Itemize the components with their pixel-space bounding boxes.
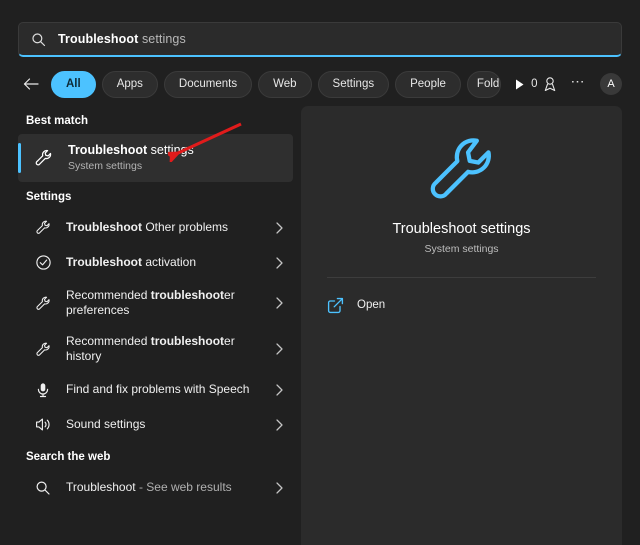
rewards-count: 0 <box>531 78 537 90</box>
list-item-recommended-troubleshooter-history[interactable]: Recommended troubleshooter history <box>18 326 293 372</box>
tab-web[interactable]: Web <box>258 71 311 98</box>
chevron-right-icon <box>273 343 285 355</box>
chevron-right-icon <box>273 482 285 494</box>
rewards-indicator[interactable]: 0 <box>531 77 556 92</box>
list-item-label: Find and fix problems with Speech <box>66 382 273 397</box>
chevron-right-icon <box>273 222 285 234</box>
microphone-icon <box>34 381 52 399</box>
chevron-right-icon <box>273 297 285 309</box>
tab-folders[interactable]: Fold <box>467 71 501 98</box>
tab-apps-label: Apps <box>117 78 143 90</box>
section-search-the-web-heading: Search the web <box>18 442 293 470</box>
chevron-right-icon <box>273 384 285 396</box>
best-match-title-rest: settings <box>147 143 194 157</box>
best-match-text: Troubleshoot settings System settings <box>68 143 194 173</box>
preview-divider <box>327 277 596 278</box>
filters-next-button[interactable] <box>509 73 531 95</box>
open-button-label: Open <box>357 299 385 311</box>
check-circle-icon <box>34 254 52 272</box>
label-prefix: Recommended <box>66 334 151 348</box>
list-item-label: Recommended troubleshooter preferences <box>66 288 273 318</box>
label-line2: history <box>66 349 101 363</box>
external-link-icon <box>327 297 344 314</box>
preview-title: Troubleshoot settings <box>301 221 622 237</box>
label-matched: Troubleshoot <box>66 255 142 269</box>
list-item-label: Troubleshoot - See web results <box>66 480 273 495</box>
label-matched: Troubleshoot <box>66 220 142 234</box>
tab-documents-label: Documents <box>179 78 237 90</box>
label-rest: Sound settings <box>66 417 145 431</box>
tab-all[interactable]: All <box>51 71 96 98</box>
list-item-troubleshoot-activation[interactable]: Troubleshoot activation <box>18 245 293 280</box>
preview-subtitle: System settings <box>301 243 622 255</box>
best-match-title: Troubleshoot settings <box>68 143 194 158</box>
list-item-troubleshoot-other-problems[interactable]: Troubleshoot Other problems <box>18 210 293 245</box>
label-prefix: Recommended <box>66 288 151 302</box>
wrench-icon <box>34 219 52 237</box>
section-best-match-heading: Best match <box>18 106 293 134</box>
wrench-icon-large <box>424 133 500 209</box>
tab-settings[interactable]: Settings <box>318 71 390 98</box>
more-options-button[interactable]: ⋯ <box>571 77 587 91</box>
more-options-icon: ⋯ <box>571 73 587 89</box>
play-triangle-icon <box>514 78 525 91</box>
back-button[interactable] <box>18 71 44 97</box>
label-matched: troubleshoot <box>151 288 224 302</box>
chevron-right-icon <box>273 257 285 269</box>
label-rest: er <box>224 334 235 348</box>
search-input[interactable]: Troubleshoot settings <box>58 32 186 46</box>
results-list: Best match Troubleshoot settings System … <box>18 106 293 545</box>
search-query-suggestion: settings <box>138 32 185 46</box>
label-matched: Troubleshoot <box>66 480 136 494</box>
list-item-search-web-troubleshoot[interactable]: Troubleshoot - See web results <box>18 470 293 505</box>
label-rest: er <box>224 288 235 302</box>
list-item-label: Troubleshoot Other problems <box>66 220 273 235</box>
search-icon <box>34 479 52 497</box>
rewards-medal-icon <box>543 77 557 92</box>
chevron-right-icon <box>273 419 285 431</box>
tab-settings-label: Settings <box>333 78 375 90</box>
tab-web-label: Web <box>273 78 296 90</box>
list-item-label: Troubleshoot activation <box>66 255 273 270</box>
tab-all-label: All <box>66 78 81 90</box>
search-query-matched: Troubleshoot <box>58 32 138 46</box>
avatar[interactable]: A <box>600 73 622 95</box>
label-rest: Other problems <box>142 220 228 234</box>
list-item-sound-settings[interactable]: Sound settings <box>18 407 293 442</box>
best-match-title-bold: Troubleshoot <box>68 143 147 157</box>
section-settings-heading: Settings <box>18 182 293 210</box>
list-item-label: Sound settings <box>66 417 273 432</box>
list-item-label: Recommended troubleshooter history <box>66 334 273 364</box>
tab-documents[interactable]: Documents <box>164 71 252 98</box>
arrow-left-icon <box>23 77 40 91</box>
filter-bar: All Apps Documents Web Settings People F… <box>18 68 622 100</box>
wrench-icon <box>34 340 52 358</box>
label-matched: troubleshoot <box>151 334 224 348</box>
wrench-icon <box>34 294 52 312</box>
open-button[interactable]: Open <box>327 292 622 318</box>
label-line2: preferences <box>66 303 129 317</box>
list-item-recommended-troubleshooter-preferences[interactable]: Recommended troubleshooter preferences <box>18 280 293 326</box>
best-match-subtitle: System settings <box>68 159 194 173</box>
tab-people[interactable]: People <box>395 71 461 98</box>
preview-panel: Troubleshoot settings System settings Op… <box>301 106 622 545</box>
best-match-row[interactable]: Troubleshoot settings System settings <box>18 134 293 182</box>
search-box[interactable]: Troubleshoot settings <box>18 22 622 57</box>
tab-people-label: People <box>410 78 446 90</box>
wrench-icon <box>34 148 54 168</box>
list-item-find-and-fix-speech[interactable]: Find and fix problems with Speech <box>18 372 293 407</box>
label-rest: Find and fix problems with Speech <box>66 382 249 396</box>
selection-indicator <box>18 143 21 173</box>
tab-apps[interactable]: Apps <box>102 71 158 98</box>
avatar-initial: A <box>607 78 614 90</box>
label-rest: - See web results <box>136 480 232 494</box>
tab-folders-label: Fold <box>477 78 499 90</box>
speaker-icon <box>34 416 52 434</box>
label-rest: activation <box>142 255 196 269</box>
search-icon <box>31 32 46 47</box>
